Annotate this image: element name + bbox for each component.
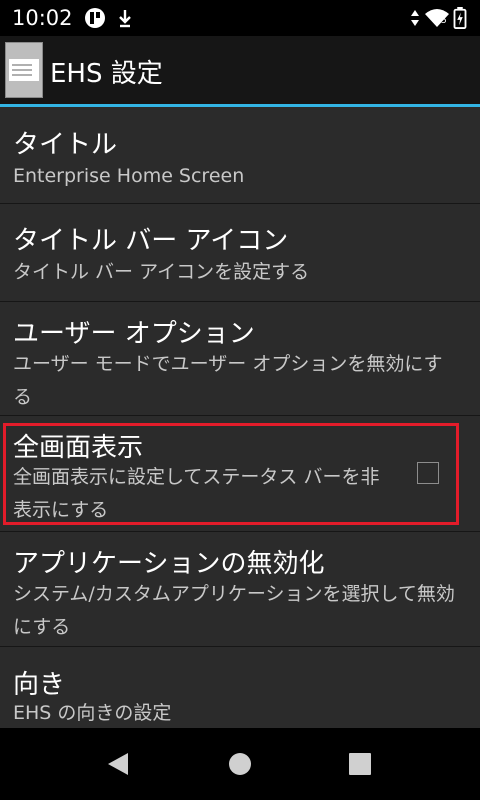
setting-disable-apps[interactable]: アプリケーションの無効化 システム/カスタムアプリケーションを選択して無効にする xyxy=(0,532,480,647)
page-title: EHS 設定 xyxy=(50,59,163,89)
setting-title-bar-icon-summary: タイトル バー アイコンを設定する xyxy=(13,261,310,283)
ehs-app-icon xyxy=(5,42,43,98)
setting-title-bar-icon-label: タイトル バー アイコン xyxy=(13,226,289,256)
home-icon[interactable] xyxy=(226,750,254,778)
setting-orientation-label: 向き xyxy=(13,670,66,700)
setting-title-label: タイトル xyxy=(13,130,118,160)
back-icon[interactable] xyxy=(104,750,132,778)
setting-user-options[interactable]: ユーザー オプション ユーザー モードでユーザー オプションを無効にする xyxy=(0,302,480,416)
settings-list[interactable]: タイトル Enterprise Home Screen タイトル バー アイコン… xyxy=(0,107,480,728)
status-bar: 10:02 5 xyxy=(0,0,480,36)
setting-orientation-summary: EHS の向きの設定 xyxy=(13,702,172,724)
download-arrow-icon xyxy=(119,10,131,28)
setting-user-options-label: ユーザー オプション xyxy=(13,319,255,349)
wifi-signal-badge: 5 xyxy=(441,16,447,26)
status-time: 10:02 xyxy=(12,6,73,30)
setting-title-summary: Enterprise Home Screen xyxy=(13,165,245,187)
setting-title[interactable]: タイトル Enterprise Home Screen xyxy=(0,107,480,204)
setting-fullscreen-label: 全画面表示 xyxy=(13,433,144,463)
notification-app-icon xyxy=(85,8,105,28)
battery-charging-icon xyxy=(453,7,467,29)
setting-fullscreen[interactable]: 全画面表示 全画面表示に設定してステータス バーを非表示にする xyxy=(0,416,480,532)
recents-icon[interactable] xyxy=(346,750,374,778)
setting-disable-apps-label: アプリケーションの無効化 xyxy=(13,549,325,579)
setting-user-options-summary: ユーザー モードでユーザー オプションを無効にする xyxy=(13,353,443,408)
fullscreen-checkbox[interactable] xyxy=(417,462,439,484)
action-bar: EHS 設定 xyxy=(0,36,480,104)
setting-fullscreen-summary: 全画面表示に設定してステータス バーを非表示にする xyxy=(13,466,380,521)
navigation-bar xyxy=(0,728,480,800)
setting-title-bar-icon[interactable]: タイトル バー アイコン タイトル バー アイコンを設定する xyxy=(0,204,480,302)
setting-orientation[interactable]: 向き EHS の向きの設定 xyxy=(0,647,480,728)
setting-disable-apps-summary: システム/カスタムアプリケーションを選択して無効にする xyxy=(13,583,455,638)
